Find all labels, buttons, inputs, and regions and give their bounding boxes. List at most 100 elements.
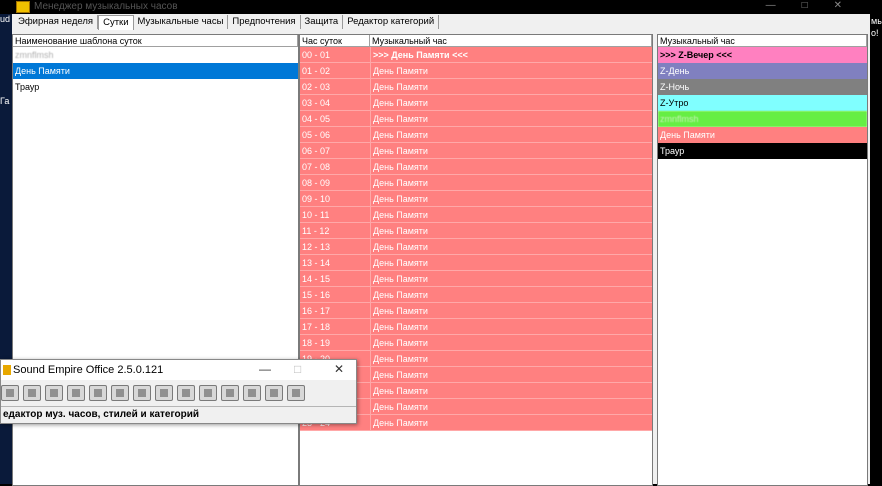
hours-header-hour: Час суток	[300, 35, 370, 47]
music-hours-panel: Музыкальный час >>> Z-Вечер <<< Z-День Z-Н…	[657, 34, 868, 486]
desktop-right-edge: мы o!	[870, 14, 882, 484]
popup-close-button[interactable]: ✕	[334, 362, 344, 376]
hour-cell[interactable]: 16 - 17	[300, 303, 370, 319]
warning-icon[interactable]	[287, 385, 305, 401]
hour-music-cell[interactable]: День Памяти	[370, 143, 652, 159]
popup-title: Sound Empire Office 2.5.0.121	[13, 364, 164, 376]
popup-status-text: едактор муз. часов, стилей и категорий	[1, 406, 356, 422]
window-controls[interactable]: —□✕	[766, 0, 868, 11]
hour-cell[interactable]: 08 - 09	[300, 175, 370, 191]
hour-cell[interactable]: 12 - 13	[300, 239, 370, 255]
tab-bar: Эфирная неделя Сутки Музыкальные часы Предп…	[14, 14, 440, 30]
music-hour-item[interactable]: Z-Утро	[658, 95, 867, 111]
popup-app-icon	[3, 365, 11, 375]
print-icon[interactable]	[45, 385, 63, 401]
tab-0[interactable]: Эфирная неделя	[14, 15, 99, 29]
window-titlebar: Менеджер музыкальных часов —□✕	[0, 0, 882, 14]
popup-maximize-button[interactable]: □	[294, 362, 301, 376]
app-icon	[16, 1, 30, 13]
tab-5[interactable]: Редактор категорий	[343, 15, 440, 29]
hour-music-cell[interactable]: День Памяти	[370, 239, 652, 255]
hour-music-cell[interactable]: День Памяти	[370, 303, 652, 319]
hour-music-cell[interactable]: День Памяти	[370, 191, 652, 207]
hour-cell[interactable]: 11 - 12	[300, 223, 370, 239]
hour-music-cell[interactable]: День Памяти	[370, 319, 652, 335]
music-hour-item[interactable]: >>> Z-Вечер <<<	[658, 47, 867, 63]
hour-cell[interactable]: 09 - 10	[300, 191, 370, 207]
hour-music-cell[interactable]: День Памяти	[370, 351, 652, 367]
hour-cell[interactable]: 07 - 08	[300, 159, 370, 175]
hour-music-cell[interactable]: День Памяти	[370, 271, 652, 287]
hour-cell[interactable]: 15 - 16	[300, 287, 370, 303]
hour-cell[interactable]: 00 - 01	[300, 47, 370, 63]
desktop-right-label-2: o!	[871, 28, 879, 38]
desktop-right-label-1: мы	[871, 16, 882, 26]
tab-1[interactable]: Сутки	[98, 15, 134, 30]
minimize-button[interactable]: —	[766, 0, 802, 11]
page-icon[interactable]	[23, 385, 41, 401]
hour-cell[interactable]: 17 - 18	[300, 319, 370, 335]
hour-music-cell[interactable]: День Памяти	[370, 63, 652, 79]
hour-music-cell[interactable]: День Памяти	[370, 287, 652, 303]
template-row[interactable]: zmnflmsh	[13, 47, 298, 63]
popup-titlebar[interactable]: Sound Empire Office 2.5.0.121 — □ ✕	[1, 360, 356, 380]
template-row[interactable]: Траур	[13, 79, 298, 95]
chart-icon[interactable]	[111, 385, 129, 401]
hour-music-cell[interactable]: День Памяти	[370, 79, 652, 95]
template-row[interactable]: День Памяти	[13, 63, 298, 79]
music-icon[interactable]	[177, 385, 195, 401]
tab-2[interactable]: Музыкальные часы	[133, 15, 229, 29]
note-icon[interactable]	[199, 385, 217, 401]
music-hour-item[interactable]: Z-Ночь	[658, 79, 867, 95]
hour-music-cell[interactable]: День Памяти	[370, 223, 652, 239]
hour-cell[interactable]: 02 - 03	[300, 79, 370, 95]
hour-music-cell[interactable]: День Памяти	[370, 383, 652, 399]
maximize-button[interactable]: □	[802, 0, 834, 11]
music-hour-item[interactable]: Z-День	[658, 63, 867, 79]
hour-cell[interactable]: 06 - 07	[300, 143, 370, 159]
document-icon[interactable]	[89, 385, 107, 401]
popup-toolbar	[1, 382, 356, 404]
clock-icon[interactable]	[133, 385, 151, 401]
hour-music-cell[interactable]: День Памяти	[370, 399, 652, 415]
music-hour-item[interactable]: zmnflmsh	[658, 111, 867, 127]
music-hour-item[interactable]: День Памяти	[658, 127, 867, 143]
hour-cell[interactable]: 05 - 06	[300, 127, 370, 143]
hour-music-cell[interactable]: День Памяти	[370, 111, 652, 127]
hour-music-cell[interactable]: День Памяти	[370, 159, 652, 175]
music-hour-item[interactable]: Траур	[658, 143, 867, 159]
hour-cell[interactable]: 18 - 19	[300, 335, 370, 351]
sound-empire-popup[interactable]: Sound Empire Office 2.5.0.121 — □ ✕ едак…	[0, 359, 357, 424]
hour-music-cell[interactable]: День Памяти	[370, 127, 652, 143]
hour-music-cell[interactable]: День Памяти	[370, 175, 652, 191]
hour-music-cell[interactable]: День Памяти	[370, 207, 652, 223]
tab-4[interactable]: Защита	[300, 15, 344, 29]
calendar-icon[interactable]	[155, 385, 173, 401]
hour-cell[interactable]: 14 - 15	[300, 271, 370, 287]
hour-music-cell[interactable]: День Памяти	[370, 367, 652, 383]
music-hours-header: Музыкальный час	[658, 35, 867, 47]
hour-music-cell[interactable]: День Памяти	[370, 415, 652, 431]
popup-minimize-button[interactable]: —	[259, 362, 271, 376]
hour-music-cell[interactable]: День Памяти	[370, 335, 652, 351]
eraser-icon[interactable]	[265, 385, 283, 401]
save-icon[interactable]	[1, 385, 19, 401]
hours-header-music: Музыкальный час	[370, 35, 652, 47]
close-button[interactable]: ✕	[834, 0, 868, 11]
tab-3[interactable]: Предпочтения	[228, 15, 301, 29]
folder-icon[interactable]	[67, 385, 85, 401]
hour-music-cell[interactable]: День Памяти	[370, 95, 652, 111]
disk-icon[interactable]	[243, 385, 261, 401]
hour-cell[interactable]: 03 - 04	[300, 95, 370, 111]
hour-cell[interactable]: 04 - 05	[300, 111, 370, 127]
desktop-left-label-1: ud	[0, 14, 11, 24]
templates-header: Наименование шаблона суток	[13, 35, 298, 47]
desktop-left-label-2: Га	[0, 96, 10, 106]
hour-music-cell[interactable]: >>> День Памяти <<<	[370, 47, 652, 63]
hour-music-cell[interactable]: День Памяти	[370, 255, 652, 271]
window-title: Менеджер музыкальных часов	[34, 1, 178, 12]
book-icon[interactable]	[221, 385, 239, 401]
hour-cell[interactable]: 10 - 11	[300, 207, 370, 223]
hour-cell[interactable]: 01 - 02	[300, 63, 370, 79]
hour-cell[interactable]: 13 - 14	[300, 255, 370, 271]
